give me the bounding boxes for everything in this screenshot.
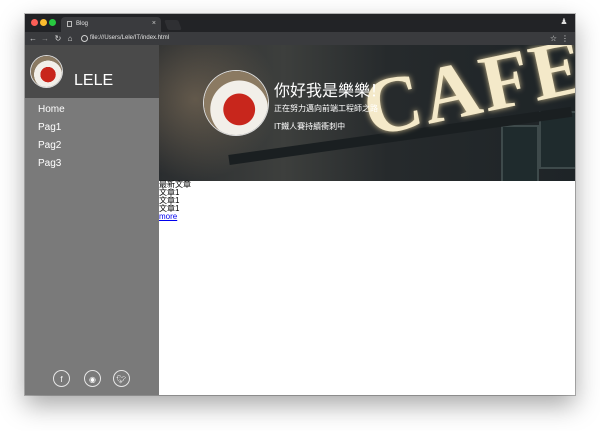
- articles-section: 最新文章 文章1 文章1 文章1 more: [159, 181, 575, 221]
- article-item: 文章1: [159, 188, 180, 197]
- sidebar-item-pag2[interactable]: Pag2: [38, 137, 65, 155]
- hero-subtitle: 正在努力邁向前端工程師之路: [274, 104, 378, 113]
- sidebar-menu: Home Pag1 Pag2 Pag3: [38, 101, 65, 173]
- web-page: LELE Home Pag1 Pag2 Pag3 f ◉ 🐦︎ CAFE 你好我…: [25, 45, 575, 395]
- reload-icon[interactable]: ↻: [53, 33, 63, 44]
- hero-subtitle-2: IT鐵人賽持續衝刺中: [274, 122, 346, 131]
- bookmark-star-icon[interactable]: ☆: [550, 33, 557, 44]
- hero-banner: CAFE 你好我是樂樂！ 正在努力邁向前端工程師之路 IT鐵人賽持續衝刺中: [159, 45, 575, 181]
- maximize-window-button[interactable]: [49, 19, 56, 26]
- new-tab-button[interactable]: [164, 20, 182, 30]
- minimize-window-button[interactable]: [40, 19, 47, 26]
- back-icon[interactable]: ←: [28, 33, 38, 44]
- tab-bar: Blog × ♟: [25, 14, 575, 32]
- sidebar-header: LELE: [25, 45, 159, 98]
- hero-title: 你好我是樂樂！: [274, 83, 387, 100]
- twitter-icon[interactable]: 🐦︎: [113, 370, 130, 387]
- avatar: [31, 56, 62, 87]
- close-window-button[interactable]: [31, 19, 38, 26]
- sidebar-item-home[interactable]: Home: [38, 101, 65, 119]
- main-content: CAFE 你好我是樂樂！ 正在努力邁向前端工程師之路 IT鐵人賽持續衝刺中 最新…: [159, 45, 575, 395]
- tab-blog[interactable]: Blog ×: [61, 17, 161, 32]
- tab-title: Blog: [76, 21, 89, 27]
- site-name: LELE: [74, 72, 114, 89]
- info-icon[interactable]: [81, 35, 88, 42]
- browser-window: Blog × ♟ ← → ↻ ⌂ file:///Users/Lele/IT/i…: [25, 14, 575, 395]
- social-links: f ◉ 🐦︎: [53, 370, 133, 390]
- browser-toolbar: ← → ↻ ⌂ file:///Users/Lele/IT/index.html…: [25, 32, 575, 45]
- sidebar: LELE Home Pag1 Pag2 Pag3 f ◉ 🐦︎: [25, 45, 159, 395]
- menu-board: [501, 125, 539, 181]
- document-icon: [67, 21, 72, 27]
- incognito-icon: ♟: [560, 17, 568, 26]
- article-item: 文章1: [159, 196, 180, 205]
- article-item: 文章1: [159, 204, 180, 213]
- more-link[interactable]: more: [159, 213, 575, 221]
- section-heading: 最新文章: [159, 180, 191, 189]
- sidebar-item-pag3[interactable]: Pag3: [38, 155, 65, 173]
- more-menu-icon[interactable]: ⋮: [561, 33, 569, 44]
- home-icon[interactable]: ⌂: [65, 33, 75, 44]
- hero-avatar: [204, 71, 268, 135]
- address-bar[interactable]: file:///Users/Lele/IT/index.html: [90, 34, 169, 43]
- sidebar-item-pag1[interactable]: Pag1: [38, 119, 65, 137]
- github-icon[interactable]: ◉: [84, 370, 101, 387]
- tab-close-icon[interactable]: ×: [152, 20, 156, 27]
- facebook-icon[interactable]: f: [53, 370, 70, 387]
- forward-icon[interactable]: →: [40, 33, 50, 44]
